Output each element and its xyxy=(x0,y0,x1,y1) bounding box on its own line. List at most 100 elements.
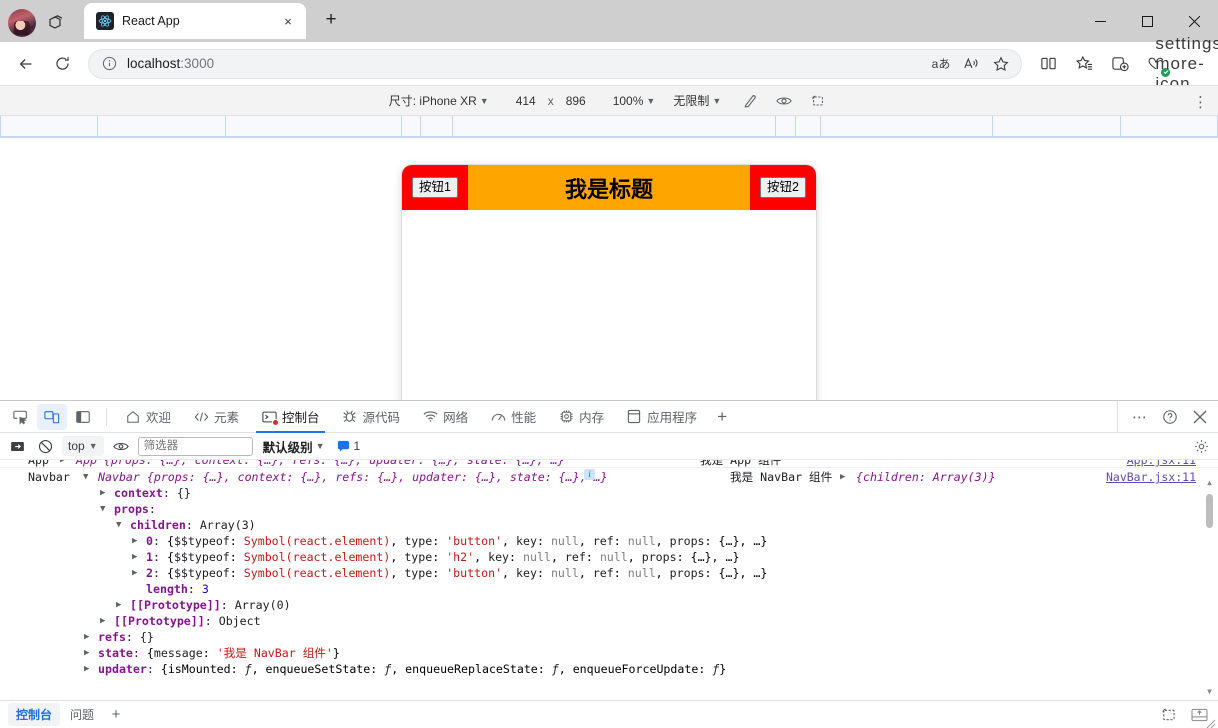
viewport-width-input[interactable]: 414 xyxy=(507,94,545,108)
add-favorite-icon[interactable] xyxy=(987,51,1015,77)
tab-welcome[interactable]: 欢迎 xyxy=(114,401,182,433)
console-scrollbar[interactable]: ▲ ▼ xyxy=(1203,476,1216,698)
close-tab-icon[interactable]: × xyxy=(278,11,298,31)
back-button[interactable] xyxy=(10,48,42,80)
rotate-icon[interactable] xyxy=(739,90,761,112)
chevron-down-icon: ▼ xyxy=(712,96,721,106)
tab-label: 欢迎 xyxy=(146,407,171,426)
expand-arrow-icon[interactable]: ▶ xyxy=(60,460,70,468)
object-tree-entry: [[Prototype]]: Object xyxy=(114,613,261,629)
expand-arrow-icon[interactable]: ▶ xyxy=(84,661,94,677)
tab-application[interactable]: 应用程序 xyxy=(615,401,708,433)
navbar-button-1[interactable]: 按钮1 xyxy=(412,177,458,199)
add-drawer-tab-button[interactable]: + xyxy=(104,704,128,726)
entry-preview: Navbar {props: {…}, context: {…}, refs: … xyxy=(98,469,608,485)
browser-tab[interactable]: React App × xyxy=(84,3,306,39)
minimize-button[interactable] xyxy=(1077,0,1124,42)
console-output[interactable]: App ▶ App {props: {…}, context: {…}, ref… xyxy=(0,460,1218,700)
tab-performance[interactable]: 性能 xyxy=(479,401,547,433)
device-toolbar-icon[interactable] xyxy=(37,404,67,430)
help-icon[interactable] xyxy=(1156,403,1184,431)
collapse-arrow-icon[interactable]: ▼ xyxy=(83,469,93,485)
zoom-select[interactable]: 100% ▼ xyxy=(613,94,656,108)
collections-icon[interactable] xyxy=(1104,48,1136,80)
expand-arrow-icon[interactable]: ▶ xyxy=(132,549,142,565)
execution-context-select[interactable]: top ▼ xyxy=(62,436,104,456)
drawer-tab-issues[interactable]: 问题 xyxy=(62,703,102,726)
show-media-queries-icon[interactable] xyxy=(773,90,795,112)
expand-arrow-icon[interactable]: ▶ xyxy=(132,533,142,549)
collapse-arrow-icon[interactable]: ▼ xyxy=(100,501,110,517)
object-tree-row[interactable]: ▶updater: {isMounted: ƒ, enqueueSetState… xyxy=(0,661,1218,677)
devtools-drawer-status-bar: 控制台 问题 + xyxy=(0,700,1218,728)
info-badge-icon[interactable]: i xyxy=(584,469,595,480)
object-tree-row[interactable]: ▶[[Prototype]]: Array(0) xyxy=(0,597,1218,613)
object-tree-row[interactable]: ▶context: {} xyxy=(0,485,1218,501)
tab-sources[interactable]: 源代码 xyxy=(331,401,412,433)
console-info-count[interactable]: 1 xyxy=(337,439,361,453)
expand-arrow-icon[interactable]: ▶ xyxy=(116,597,126,613)
resize-handle[interactable] xyxy=(1206,716,1216,726)
object-tree-row[interactable]: length: 3 xyxy=(0,581,1218,597)
throttling-select[interactable]: 无限制 ▼ xyxy=(673,92,721,109)
collapse-arrow-icon[interactable]: ▼ xyxy=(116,517,126,533)
expand-arrow-icon[interactable]: ▶ xyxy=(840,469,850,485)
tab-memory[interactable]: 内存 xyxy=(547,401,615,433)
favorites-icon[interactable] xyxy=(1068,48,1100,80)
object-tree-row[interactable]: ▶refs: {} xyxy=(0,629,1218,645)
inspect-element-icon[interactable] xyxy=(6,404,36,430)
toggle-drawer-icon[interactable] xyxy=(1156,704,1178,726)
device-size-select[interactable]: 尺寸: iPhone XR ▼ xyxy=(389,92,489,109)
url-bar[interactable]: localhost:3000 aあ xyxy=(88,49,1022,79)
add-panel-button[interactable]: + xyxy=(708,403,736,431)
gear-icon[interactable] xyxy=(1190,435,1212,457)
screenshot-icon[interactable] xyxy=(807,90,829,112)
expand-arrow-icon[interactable]: ▶ xyxy=(100,485,110,501)
object-tree-row[interactable]: ▶2: {$$typeof: Symbol(react.element), ty… xyxy=(0,565,1218,581)
expand-arrow-icon[interactable]: ▶ xyxy=(100,613,110,629)
console-line-clipped[interactable]: App ▶ App {props: {…}, context: {…}, ref… xyxy=(0,460,1218,468)
source-link[interactable]: App.jsx:11 xyxy=(1127,460,1196,468)
tab-actions-icon[interactable] xyxy=(40,8,72,38)
split-screen-icon[interactable] xyxy=(1032,48,1064,80)
device-toolbar-icon-group xyxy=(739,90,829,112)
console-entry-header[interactable]: Navbar ▼ Navbar {props: {…}, context: {…… xyxy=(0,469,1218,485)
navbar-button-2[interactable]: 按钮2 xyxy=(760,177,806,199)
scrollbar-thumb[interactable] xyxy=(1206,494,1213,528)
console-level-select[interactable]: 默认级别 ▼ xyxy=(263,437,325,456)
console-log-entry[interactable]: Navbar ▼ Navbar {props: {…}, context: {…… xyxy=(0,468,1218,678)
object-tree-entry: state: {message: '我是 NavBar 组件'} xyxy=(98,645,340,661)
tab-console[interactable]: 控制台 xyxy=(250,401,331,433)
new-tab-button[interactable]: + xyxy=(316,5,346,35)
object-tree-row[interactable]: ▶1: {$$typeof: Symbol(react.element), ty… xyxy=(0,549,1218,565)
expand-arrow-icon[interactable]: ▶ xyxy=(132,565,142,581)
console-filter-input[interactable] xyxy=(138,437,253,456)
read-aloud-icon[interactable] xyxy=(957,51,985,77)
reload-button[interactable] xyxy=(46,48,78,80)
drawer-tab-console[interactable]: 控制台 xyxy=(8,703,60,726)
tab-network[interactable]: 网络 xyxy=(411,401,479,433)
tab-elements[interactable]: 元素 xyxy=(182,401,250,433)
object-tree-row[interactable]: ▼children: Array(3) xyxy=(0,517,1218,533)
settings-more-icon[interactable]: settings-more-icon xyxy=(1176,48,1208,80)
object-tree-row[interactable]: ▶0: {$$typeof: Symbol(react.element), ty… xyxy=(0,533,1218,549)
object-tree-row[interactable]: ▶state: {message: '我是 NavBar 组件'} xyxy=(0,645,1218,661)
site-info-icon[interactable] xyxy=(99,54,119,74)
scroll-down-arrow[interactable]: ▼ xyxy=(1203,685,1216,698)
dock-side-icon[interactable] xyxy=(68,404,98,430)
translate-icon[interactable]: aあ xyxy=(927,51,955,77)
source-link[interactable]: NavBar.jsx:11 xyxy=(1106,469,1196,485)
viewport-height-input[interactable]: 896 xyxy=(557,94,595,108)
close-devtools-button[interactable] xyxy=(1186,403,1214,431)
object-tree-row[interactable]: ▶[[Prototype]]: Object xyxy=(0,613,1218,629)
expand-arrow-icon[interactable]: ▶ xyxy=(84,645,94,661)
scroll-up-arrow[interactable]: ▲ xyxy=(1203,476,1216,489)
clear-console-icon[interactable] xyxy=(6,435,28,457)
no-entry-icon[interactable] xyxy=(34,435,56,457)
device-toolbar-more-button[interactable]: ⋮ xyxy=(1188,86,1214,117)
live-expression-icon[interactable] xyxy=(110,435,132,457)
expand-arrow-icon[interactable]: ▶ xyxy=(84,629,94,645)
object-tree-row[interactable]: ▼props: xyxy=(0,501,1218,517)
profile-avatar[interactable] xyxy=(8,9,36,37)
devtools-more-button[interactable]: ⋯ xyxy=(1126,403,1154,431)
